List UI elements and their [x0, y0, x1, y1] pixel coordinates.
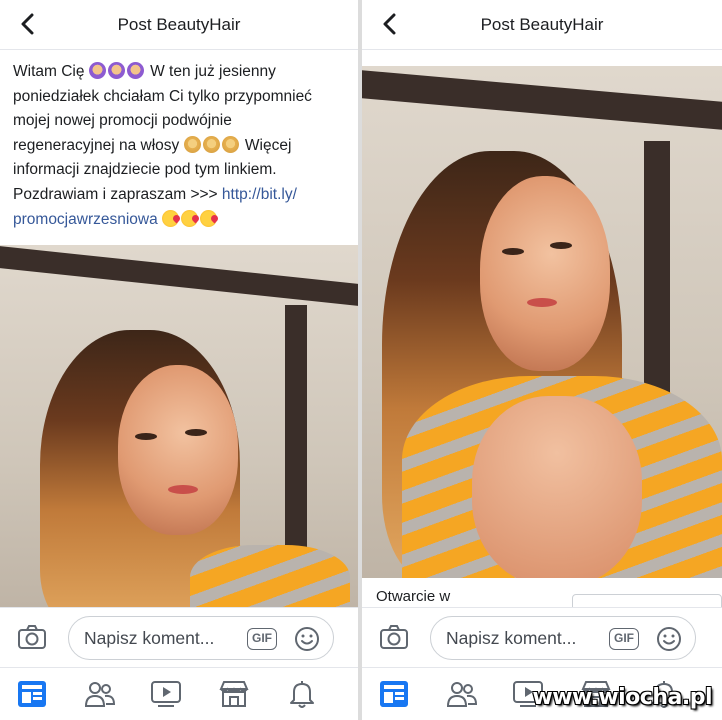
woman-emoji-icon	[107, 62, 125, 79]
kiss-emoji-icon	[181, 209, 199, 227]
gesture-emoji-icon	[202, 135, 220, 153]
comment-input-container: GIF	[430, 616, 696, 660]
page-title: Post BeautyHair	[480, 15, 604, 34]
post-text-segment: Pozdrawiam i zapraszam >>>	[13, 185, 222, 203]
friends-icon[interactable]	[446, 678, 478, 710]
post-photo[interactable]	[0, 245, 358, 607]
gif-button[interactable]: GIF	[247, 628, 277, 650]
promo-link[interactable]: http://bit.ly/	[222, 186, 297, 203]
watch-icon[interactable]	[150, 678, 182, 710]
comment-composer: GIF	[0, 607, 358, 667]
subtext-label: Otwarcie w	[376, 588, 451, 605]
gesture-emoji-icon	[221, 135, 239, 153]
post-text-segment: W ten już jesienny	[150, 63, 276, 80]
site-watermark: www.wiocha.pl	[532, 685, 712, 710]
friends-icon[interactable]	[84, 678, 116, 710]
comment-input[interactable]	[84, 628, 244, 649]
camera-icon[interactable]	[16, 622, 48, 652]
kiss-emoji-icon	[162, 209, 180, 227]
kiss-emoji-icon	[200, 209, 218, 227]
notifications-icon[interactable]	[286, 678, 318, 710]
comment-input-container: GIF	[68, 616, 334, 660]
post-photo[interactable]	[362, 66, 722, 578]
post-header: Post BeautyHair	[0, 0, 358, 50]
smiley-icon[interactable]	[655, 625, 683, 653]
post-text-segment: poniedziałek chciałam Ci tylko przypomni…	[13, 87, 312, 105]
woman-emoji-icon	[88, 62, 106, 79]
bottom-tab-bar	[0, 667, 358, 720]
camera-icon[interactable]	[378, 622, 410, 652]
post-text-segment: regeneracyjnej na włosy	[13, 136, 180, 154]
smiley-icon[interactable]	[293, 625, 321, 653]
promo-link[interactable]: promocjawrzesniowa	[13, 211, 158, 228]
post-text-segment: Witam Cię	[13, 63, 85, 80]
post-text-segment: mojej nowej promocji podwójnie	[13, 112, 232, 130]
feed-icon[interactable]	[378, 678, 410, 710]
comment-composer: GIF	[362, 607, 722, 667]
post-text-segment: informacji znajdziecie pod tym linkiem.	[13, 161, 277, 179]
marketplace-icon[interactable]	[218, 678, 250, 710]
post-body: Witam Cię W ten już jesienny poniedziałe…	[13, 60, 358, 232]
gesture-emoji-icon	[183, 135, 201, 153]
right-screenshot: Post BeautyHair Otwarcie w GIF	[362, 0, 722, 720]
gif-button[interactable]: GIF	[609, 628, 639, 650]
left-screenshot: Post BeautyHair Witam Cię W ten już jesi…	[0, 0, 358, 720]
post-text-segment: Więcej	[244, 136, 292, 154]
woman-emoji-icon	[126, 62, 144, 79]
post-header: Post BeautyHair	[362, 0, 722, 50]
comment-input[interactable]	[446, 628, 606, 649]
feed-icon[interactable]	[16, 678, 48, 710]
page-title: Post BeautyHair	[117, 15, 241, 34]
